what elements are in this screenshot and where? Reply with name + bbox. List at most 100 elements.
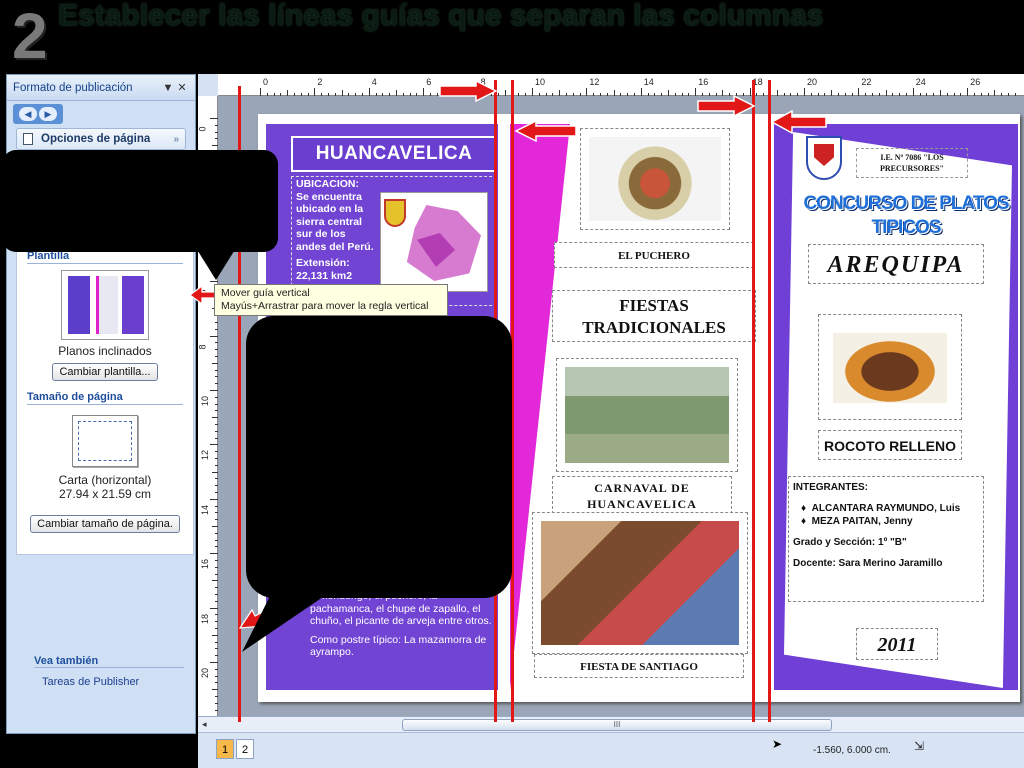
school-crest-icon[interactable]	[806, 136, 842, 180]
ruler-label: 0	[263, 77, 269, 87]
carnaval-caption[interactable]: CARNAVAL DE HUANCAVELICA	[552, 476, 732, 514]
ruler-tick	[210, 118, 218, 119]
ruler-tick	[586, 88, 588, 96]
santiago-caption[interactable]: FIESTA DE SANTIAGO	[534, 654, 744, 678]
region-crest-icon	[384, 199, 406, 227]
change-page-size-button[interactable]: Cambiar tamaño de página.	[30, 515, 180, 533]
ruler-tick	[210, 390, 218, 391]
school-name[interactable]: I.E. Nº 7086 "LOS PRECURSORES"	[856, 148, 968, 178]
ruler-label: 22	[861, 77, 872, 87]
page-options-button[interactable]: Opciones de página »	[16, 128, 186, 150]
arrow-right-icon	[697, 95, 756, 117]
ruler-tick	[368, 88, 370, 96]
dish-name[interactable]: ROCOTO RELLENO	[818, 430, 962, 460]
extension-value: 22,131 km2	[296, 269, 353, 282]
ruler-label: 6	[426, 77, 432, 87]
tooltip-line-2: Mayús+Arrastrar para mover la regla vert…	[221, 300, 429, 312]
ruler-label: 14	[200, 504, 211, 515]
ruler-tick	[314, 88, 316, 96]
object-size-icon: ⇲	[914, 739, 925, 753]
pane-menu-icon[interactable]: ▼	[161, 82, 175, 94]
ruler-tick	[967, 88, 969, 96]
region-map-image[interactable]	[380, 192, 488, 292]
location-body: Se encuentra ubicado en la sierra centra…	[296, 190, 374, 253]
page-size-name: Carta (horizontal)	[58, 473, 152, 487]
ruler-label: 14	[643, 77, 654, 87]
ruler-label: 0	[197, 126, 208, 132]
ruler-tick	[912, 88, 914, 96]
move-guide-tooltip: Mover guía vertical Mayús+Arrastrar para…	[214, 284, 448, 316]
scroll-left-icon[interactable]: ◂	[202, 719, 207, 730]
huancavelica-title[interactable]: HUANCAVELICA	[291, 136, 497, 172]
members-textbox[interactable]: INTEGRANTES: ♦ ALCANTARA RAYMUNDO, Luis …	[788, 476, 984, 602]
page-size-thumbnail[interactable]	[72, 415, 138, 467]
ruler-tick	[532, 88, 533, 96]
grade-section: Grado y Sección: 1º "B"	[793, 537, 907, 548]
ruler-tick	[423, 88, 425, 96]
template-thumbnail[interactable]	[61, 270, 149, 340]
step-number: 2	[12, 0, 48, 72]
pane-header: Formato de publicación ▼ ✕	[7, 75, 195, 101]
extension-heading: Extensión:	[296, 257, 350, 269]
publisher-tasks-link[interactable]: Tareas de Publisher	[42, 676, 184, 688]
ruler-tick	[210, 444, 218, 446]
collapse-chevron-icon[interactable]: »	[173, 134, 179, 145]
fiestas-caption[interactable]: FIESTAS TRADICIONALES	[552, 290, 756, 342]
arrow-right-icon	[439, 80, 498, 102]
ruler-label: 12	[589, 77, 600, 87]
template-section-heading: Plantilla	[27, 250, 183, 264]
arrow-left-icon	[770, 110, 827, 134]
status-bar: 1 2 ➤ -1.560, 6.000 cm. ⇲	[198, 732, 1024, 768]
ruler-tick	[210, 553, 218, 555]
page-size-heading: Tamaño de página	[27, 391, 183, 405]
horizontal-ruler[interactable]: 0 2 4 6 8 10 12 14 16 18 20 22 24 26	[198, 74, 1024, 96]
vertical-guide-5[interactable]	[768, 80, 771, 722]
forward-icon[interactable]: ▶	[39, 107, 57, 121]
vertical-guide-4[interactable]	[752, 80, 755, 722]
contest-title[interactable]: CONCURSO DE PLATOS TIPICOS	[798, 192, 1014, 240]
ruler-tick	[858, 88, 860, 96]
ruler-label: 2	[317, 77, 323, 87]
back-icon[interactable]: ◀	[19, 107, 37, 121]
arrow-left-icon	[514, 120, 577, 142]
ruler-label: 18	[200, 613, 211, 624]
ruler-tick	[210, 335, 218, 337]
ruler-corner[interactable]	[198, 74, 218, 96]
page-tab-1[interactable]: 1	[216, 739, 234, 759]
cursor-position: -1.560, 6.000 cm.	[813, 745, 891, 756]
ruler-tick	[210, 662, 218, 663]
teacher: Docente: Sara Merino Jaramillo	[793, 558, 943, 569]
santiago-photo[interactable]	[532, 512, 748, 654]
see-also-heading: Vea también	[34, 655, 184, 668]
location-text[interactable]: UBICACION: Se encuentra ubicado en la si…	[296, 178, 376, 282]
ruler-label: 26	[970, 77, 981, 87]
rocoto-relleno-photo[interactable]	[818, 314, 962, 420]
page-tab-2[interactable]: 2	[236, 739, 254, 759]
ruler-tick	[260, 88, 261, 96]
see-also-section: Vea también Tareas de Publisher	[34, 655, 184, 688]
ruler-label: 10	[200, 395, 211, 407]
puchero-caption[interactable]: EL PUCHERO	[554, 242, 754, 268]
ruler-tick	[640, 88, 642, 96]
horizontal-scrollbar[interactable]: ◂ III	[198, 716, 1024, 732]
ruler-label: 20	[200, 667, 211, 679]
slide: 2 Establecer las líneas guías que separa…	[0, 0, 1024, 768]
region-name[interactable]: AREQUIPA	[808, 244, 984, 284]
ruler-label: 16	[698, 77, 709, 87]
members-heading: INTEGRANTES:	[793, 482, 868, 493]
ruler-label: 24	[915, 77, 926, 87]
pane-close-icon[interactable]: ✕	[175, 81, 189, 94]
document-icon	[23, 133, 33, 145]
year[interactable]: 2011	[856, 628, 938, 660]
carnaval-photo[interactable]	[556, 358, 738, 472]
ruler-label: 10	[535, 77, 546, 87]
change-template-button[interactable]: Cambiar plantilla...	[52, 363, 158, 381]
puchero-photo[interactable]	[580, 128, 730, 230]
member-1: ♦ ALCANTARA RAYMUNDO, Luis	[801, 503, 961, 514]
ruler-tick	[210, 498, 218, 500]
pane-navigation: ◀ ▶	[13, 104, 63, 124]
callout-box-1	[2, 150, 278, 252]
pane-title: Formato de publicación	[13, 81, 133, 94]
mouse-cursor-icon: ➤	[772, 737, 783, 751]
ruler-tick	[210, 607, 218, 609]
